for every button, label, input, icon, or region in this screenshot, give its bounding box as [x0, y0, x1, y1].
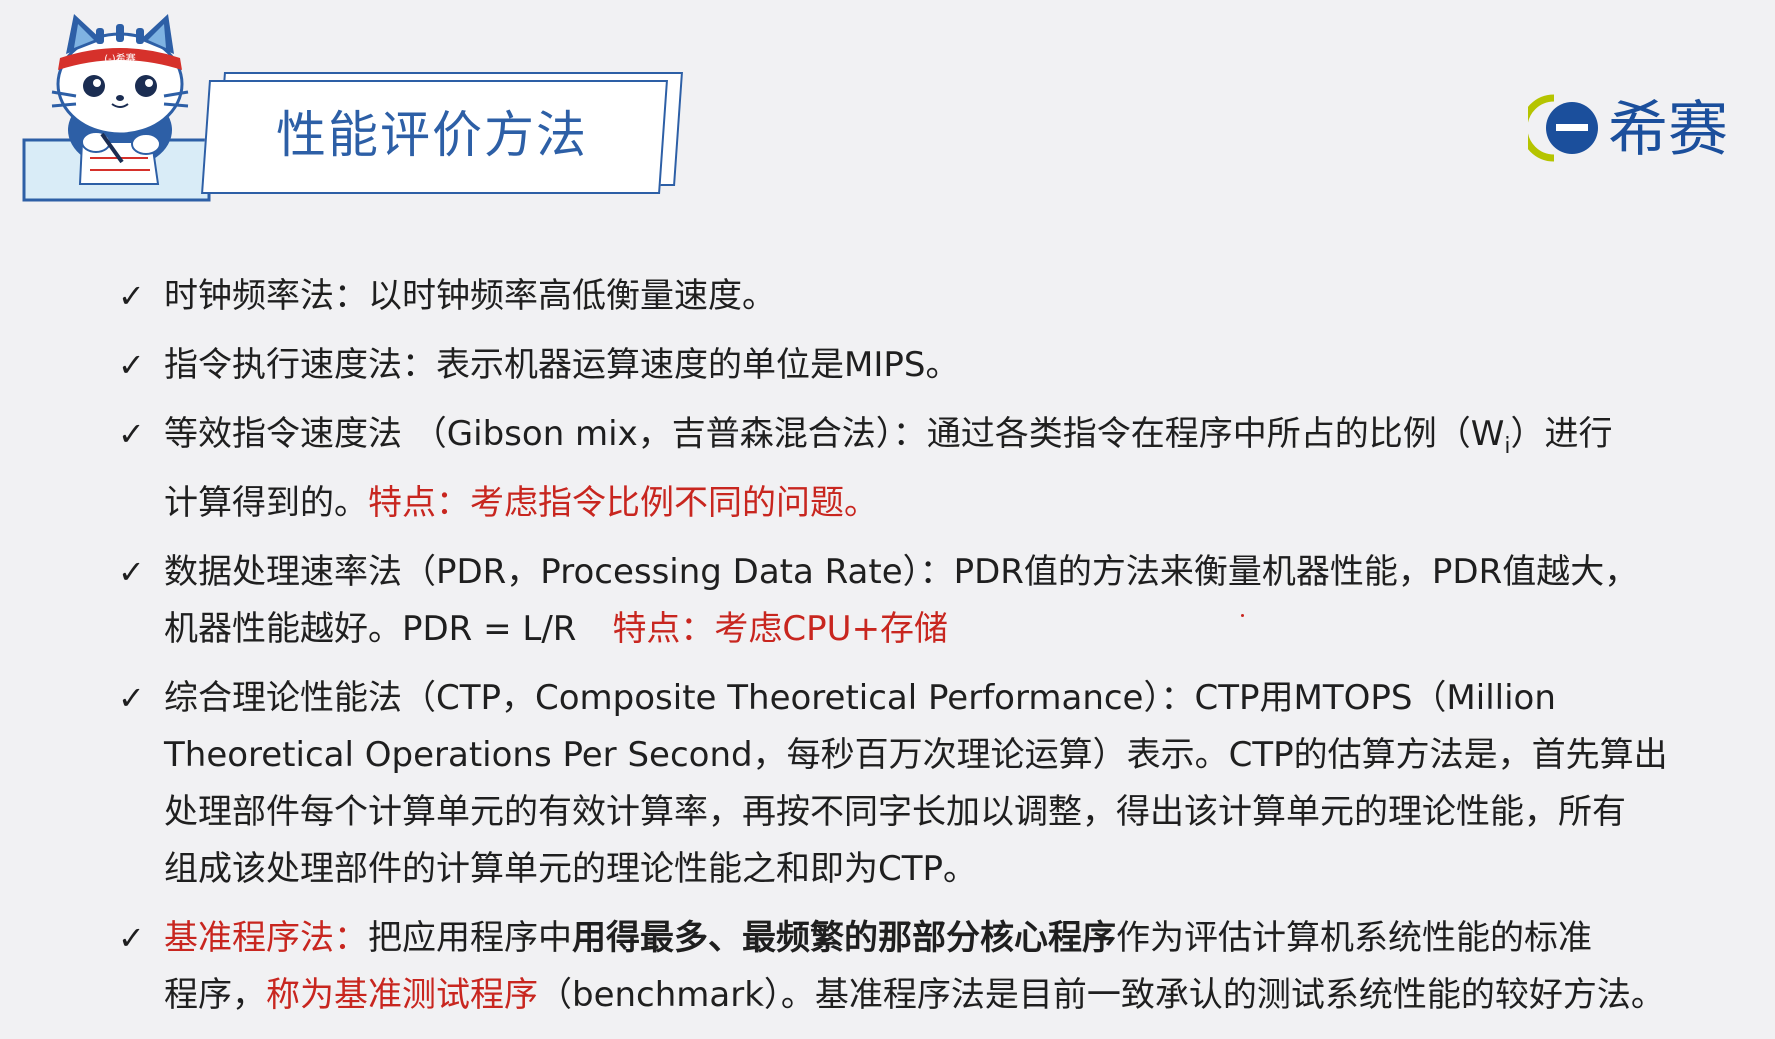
item-text: 综合理论性能法（CTP，Composite Theoretical Perfor… — [164, 677, 1556, 718]
method-list: ✓ 时钟频率法：以时钟频率高低衡量速度。 ✓ 指令执行速度法：表示机器运算速度的… — [118, 268, 1758, 1036]
checkmark-icon: ✓ — [118, 678, 145, 717]
item-text: 程序， — [164, 974, 266, 1015]
item-heading: 基准程序法： — [164, 917, 368, 958]
checkmark-icon: ✓ — [118, 918, 145, 957]
feature-note: 特点：考虑CPU+存储 — [612, 608, 949, 649]
feature-note: 特点：考虑指令比例不同的问题。 — [368, 482, 878, 523]
brand-logo: 希赛 — [1528, 94, 1728, 165]
checkmark-icon: ✓ — [118, 277, 145, 315]
item-text: 等效指令速度法 （Gibson mix，吉普森混合法）：通过各类指令在程序中所占… — [164, 414, 1505, 454]
checkmark-icon: ✓ — [118, 552, 145, 591]
item-text: 数据处理速率法（PDR，Processing Data Rate）：PDR值的方… — [164, 551, 1639, 592]
item-text: 组成该处理部件的计算单元的理论性能之和即为CTP。 — [164, 848, 978, 889]
item-text: 机器性能越好。PDR = L/R — [164, 608, 577, 649]
emphasis-text: 用得最多、最频繁的那部分核心程序 — [572, 917, 1116, 958]
list-item: ✓ 等效指令速度法 （Gibson mix，吉普森混合法）：通过各类指令在程序中… — [118, 406, 1758, 532]
list-item: ✓ 基准程序法：把应用程序中用得最多、最频繁的那部分核心程序作为评估计算机系统性… — [118, 910, 1758, 1024]
item-text: 把应用程序中 — [368, 917, 572, 958]
item-text: （benchmark）。基准程序法是目前一致承认的测试系统性能的较好方法。 — [538, 974, 1665, 1015]
list-item: ✓ 综合理论性能法（CTP，Composite Theoretical Perf… — [118, 670, 1758, 898]
item-text: 作为评估计算机系统性能的标准 — [1116, 917, 1592, 958]
stray-dot — [1241, 614, 1244, 617]
feature-note: 称为基准测试程序 — [266, 974, 538, 1015]
mascot-badge: (-)希赛 — [104, 52, 135, 65]
item-text: 指令执行速度法：表示机器运算速度的单位是MIPS。 — [164, 345, 960, 385]
list-item: ✓ 指令执行速度法：表示机器运算速度的单位是MIPS。 — [118, 337, 1758, 394]
checkmark-icon: ✓ — [118, 346, 145, 384]
list-item: ✓ 时钟频率法：以时钟频率高低衡量速度。 — [118, 268, 1758, 325]
item-text: Theoretical Operations Per Second，每秒百万次理… — [164, 734, 1668, 775]
item-text: 计算得到的。 — [164, 482, 368, 523]
page-title: 性能评价方法 — [276, 106, 588, 164]
checkmark-icon: ✓ — [118, 415, 145, 453]
list-item: ✓ 数据处理速率法（PDR，Processing Data Rate）：PDR值… — [118, 544, 1758, 658]
brand-logo-text: 希赛 — [1608, 95, 1728, 165]
item-text: 时钟频率法：以时钟频率高低衡量速度。 — [164, 276, 776, 316]
item-text: ）进行 — [1510, 414, 1613, 454]
item-text: 处理部件每个计算单元的有效计算率，再按不同字长加以调整，得出该计算单元的理论性能… — [164, 791, 1626, 832]
